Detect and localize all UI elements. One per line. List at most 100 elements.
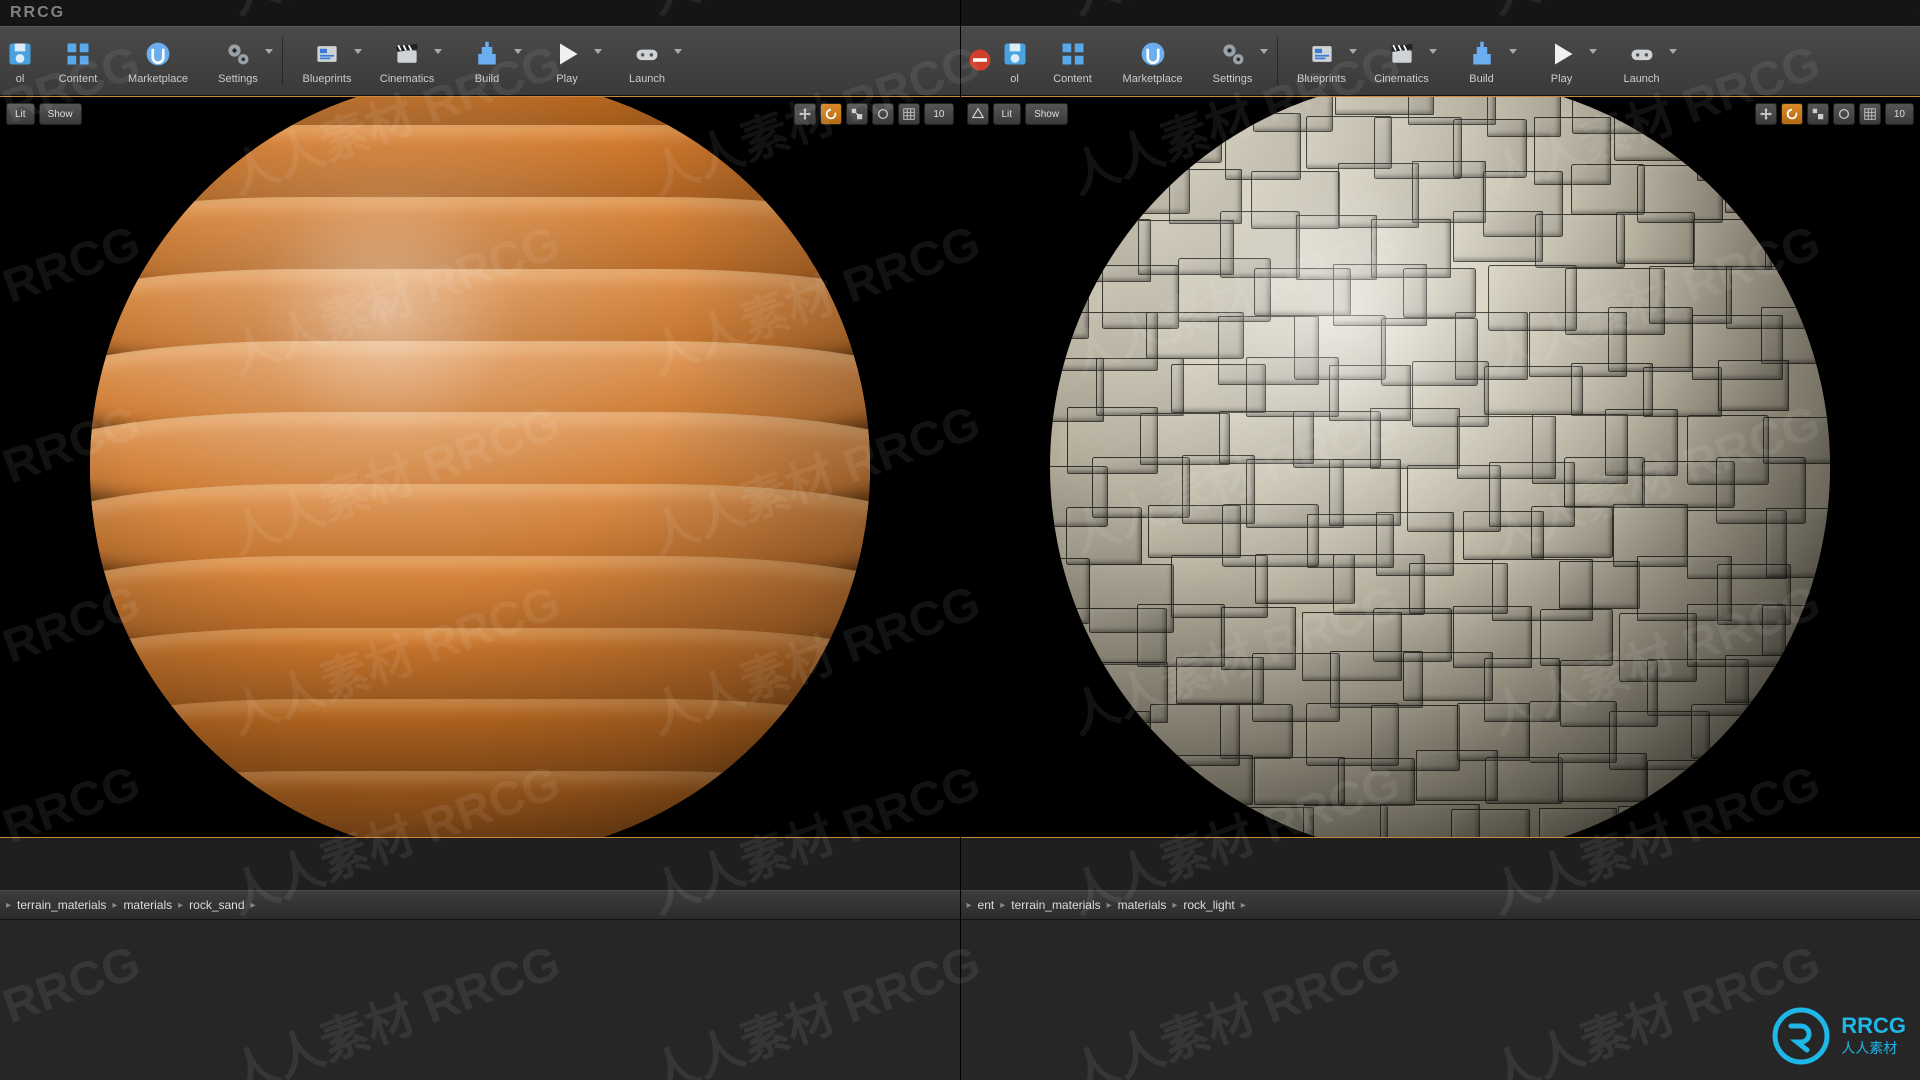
- chevron-down-icon: [1509, 49, 1517, 54]
- breadcrumb-separator-icon: ▸: [967, 900, 972, 911]
- viewport-controls-left-group: Lit Show: [967, 103, 1069, 125]
- gizmo-move-button[interactable]: [794, 103, 816, 125]
- show-menu-label: Show: [1034, 109, 1059, 120]
- toolbar-play-button[interactable]: Play: [1523, 31, 1601, 91]
- toolbar-play-button[interactable]: Play: [528, 31, 606, 91]
- toolbar-blueprints-button[interactable]: Blueprints: [288, 31, 366, 91]
- material-preview-left: [90, 96, 870, 838]
- material-preview-right: [1050, 96, 1830, 838]
- toolbar-cinematics-button[interactable]: Cinematics: [368, 31, 446, 91]
- snap-grid-value[interactable]: 10: [1885, 103, 1914, 125]
- breadcrumb-separator-icon: ▸: [112, 900, 117, 911]
- build-icon: [1465, 37, 1499, 71]
- toolbar-settings-label: Settings: [218, 73, 258, 85]
- camera-speed-button[interactable]: [872, 103, 894, 125]
- toolbar-launch-button[interactable]: Launch: [608, 31, 686, 91]
- chevron-down-icon: [354, 49, 362, 54]
- snap-grid-button[interactable]: [1859, 103, 1881, 125]
- breadcrumb-item[interactable]: terrain_materials: [1011, 898, 1100, 912]
- brand-logo-icon: [1771, 1006, 1831, 1066]
- toolbar-marketplace-button[interactable]: Marketplace: [1114, 31, 1192, 91]
- breadcrumb-item[interactable]: materials: [123, 898, 172, 912]
- toolbar-settings-label: Settings: [1213, 73, 1253, 85]
- toolbar-cinematics-button[interactable]: Cinematics: [1363, 31, 1441, 91]
- pane-left: ol Content Marketplace Settings Blueprin…: [0, 0, 961, 1080]
- save-icon: [3, 37, 37, 71]
- gizmo-scale-button[interactable]: [1807, 103, 1829, 125]
- build-icon: [470, 37, 504, 71]
- chevron-down-icon: [1429, 49, 1437, 54]
- viewport-left[interactable]: Lit Show 10: [0, 96, 960, 838]
- perspective-button[interactable]: [967, 103, 989, 125]
- snap-grid-value-label: 10: [1894, 109, 1905, 120]
- toolbar-marketplace-button[interactable]: Marketplace: [119, 31, 197, 91]
- snap-grid-value-label: 10: [933, 109, 944, 120]
- toolbar-content-label: Content: [1053, 73, 1092, 85]
- snap-grid-value[interactable]: 10: [924, 103, 953, 125]
- toolbar-cinematics-label: Cinematics: [380, 73, 434, 85]
- toolbar-content-button[interactable]: Content: [1034, 31, 1112, 91]
- marketplace-icon: [141, 37, 175, 71]
- viewmode-lit-button[interactable]: Lit: [993, 103, 1022, 125]
- breadcrumb-item[interactable]: rock_light: [1183, 898, 1234, 912]
- show-menu-label: Show: [48, 109, 73, 120]
- toolbar-blueprints-button[interactable]: Blueprints: [1283, 31, 1361, 91]
- toolbar-stop-button[interactable]: [964, 31, 996, 91]
- gizmo-scale-button[interactable]: [846, 103, 868, 125]
- chevron-down-icon: [1589, 49, 1597, 54]
- titlebar-right: [961, 0, 1920, 26]
- launch-icon: [630, 37, 664, 71]
- chevron-down-icon: [674, 49, 682, 54]
- play-icon: [550, 37, 584, 71]
- toolbar-settings-button[interactable]: Settings: [1194, 31, 1272, 91]
- toolbar-save-button[interactable]: ol: [3, 31, 37, 91]
- toolbar-build-label: Build: [475, 73, 499, 85]
- breadcrumb-right: ▸ent▸terrain_materials▸materials▸rock_li…: [961, 890, 1920, 920]
- breadcrumb-item[interactable]: terrain_materials: [17, 898, 106, 912]
- gizmo-rotate-button[interactable]: [1781, 103, 1803, 125]
- cinematics-icon: [1385, 37, 1419, 71]
- breadcrumb-item[interactable]: rock_sand: [189, 898, 244, 912]
- save-icon: [998, 37, 1032, 71]
- cinematics-icon: [390, 37, 424, 71]
- viewmode-lit-button[interactable]: Lit: [6, 103, 35, 125]
- toolbar-settings-button[interactable]: Settings: [199, 31, 277, 91]
- toolbar-build-button[interactable]: Build: [448, 31, 526, 91]
- content-icon: [1056, 37, 1090, 71]
- viewmode-lit-label: Lit: [1002, 109, 1013, 120]
- toolbar-launch-button[interactable]: Launch: [1603, 31, 1681, 91]
- toolbar-save-button[interactable]: ol: [998, 31, 1032, 91]
- breadcrumb-item[interactable]: materials: [1118, 898, 1167, 912]
- viewport-right[interactable]: Lit Show 10: [961, 96, 1920, 838]
- bottom-strip-right: [961, 838, 1920, 890]
- play-icon: [1545, 37, 1579, 71]
- breadcrumb-item[interactable]: ent: [978, 898, 995, 912]
- material-sphere-light: [1050, 96, 1830, 838]
- snap-grid-button[interactable]: [898, 103, 920, 125]
- stop-icon: [963, 43, 997, 77]
- chevron-down-icon: [1260, 49, 1268, 54]
- breadcrumb-separator-icon: ▸: [1107, 900, 1112, 911]
- chevron-down-icon: [514, 49, 522, 54]
- toolbar-launch-label: Launch: [629, 73, 665, 85]
- brand-corner: RRCG 人人素材: [1771, 1006, 1906, 1066]
- toolbar-content-button[interactable]: Content: [39, 31, 117, 91]
- toolbar-launch-label: Launch: [1623, 73, 1659, 85]
- toolbar-save-label: ol: [1010, 73, 1019, 85]
- titlebar-left: [0, 0, 960, 26]
- toolbar-build-label: Build: [1469, 73, 1493, 85]
- camera-speed-button[interactable]: [1833, 103, 1855, 125]
- toolbar-play-label: Play: [556, 73, 577, 85]
- pane-right: ol Content Marketplace Settings Blueprin…: [961, 0, 1920, 1080]
- footer-left: [0, 920, 960, 1080]
- show-menu-button[interactable]: Show: [39, 103, 82, 125]
- show-menu-button[interactable]: Show: [1025, 103, 1068, 125]
- breadcrumb-separator-icon: ▸: [6, 900, 11, 911]
- viewport-controls-left-group: Lit Show: [6, 103, 82, 125]
- chevron-down-icon: [594, 49, 602, 54]
- gizmo-rotate-button[interactable]: [820, 103, 842, 125]
- chevron-down-icon: [1669, 49, 1677, 54]
- material-sphere-sand: [90, 96, 870, 838]
- gizmo-move-button[interactable]: [1755, 103, 1777, 125]
- toolbar-build-button[interactable]: Build: [1443, 31, 1521, 91]
